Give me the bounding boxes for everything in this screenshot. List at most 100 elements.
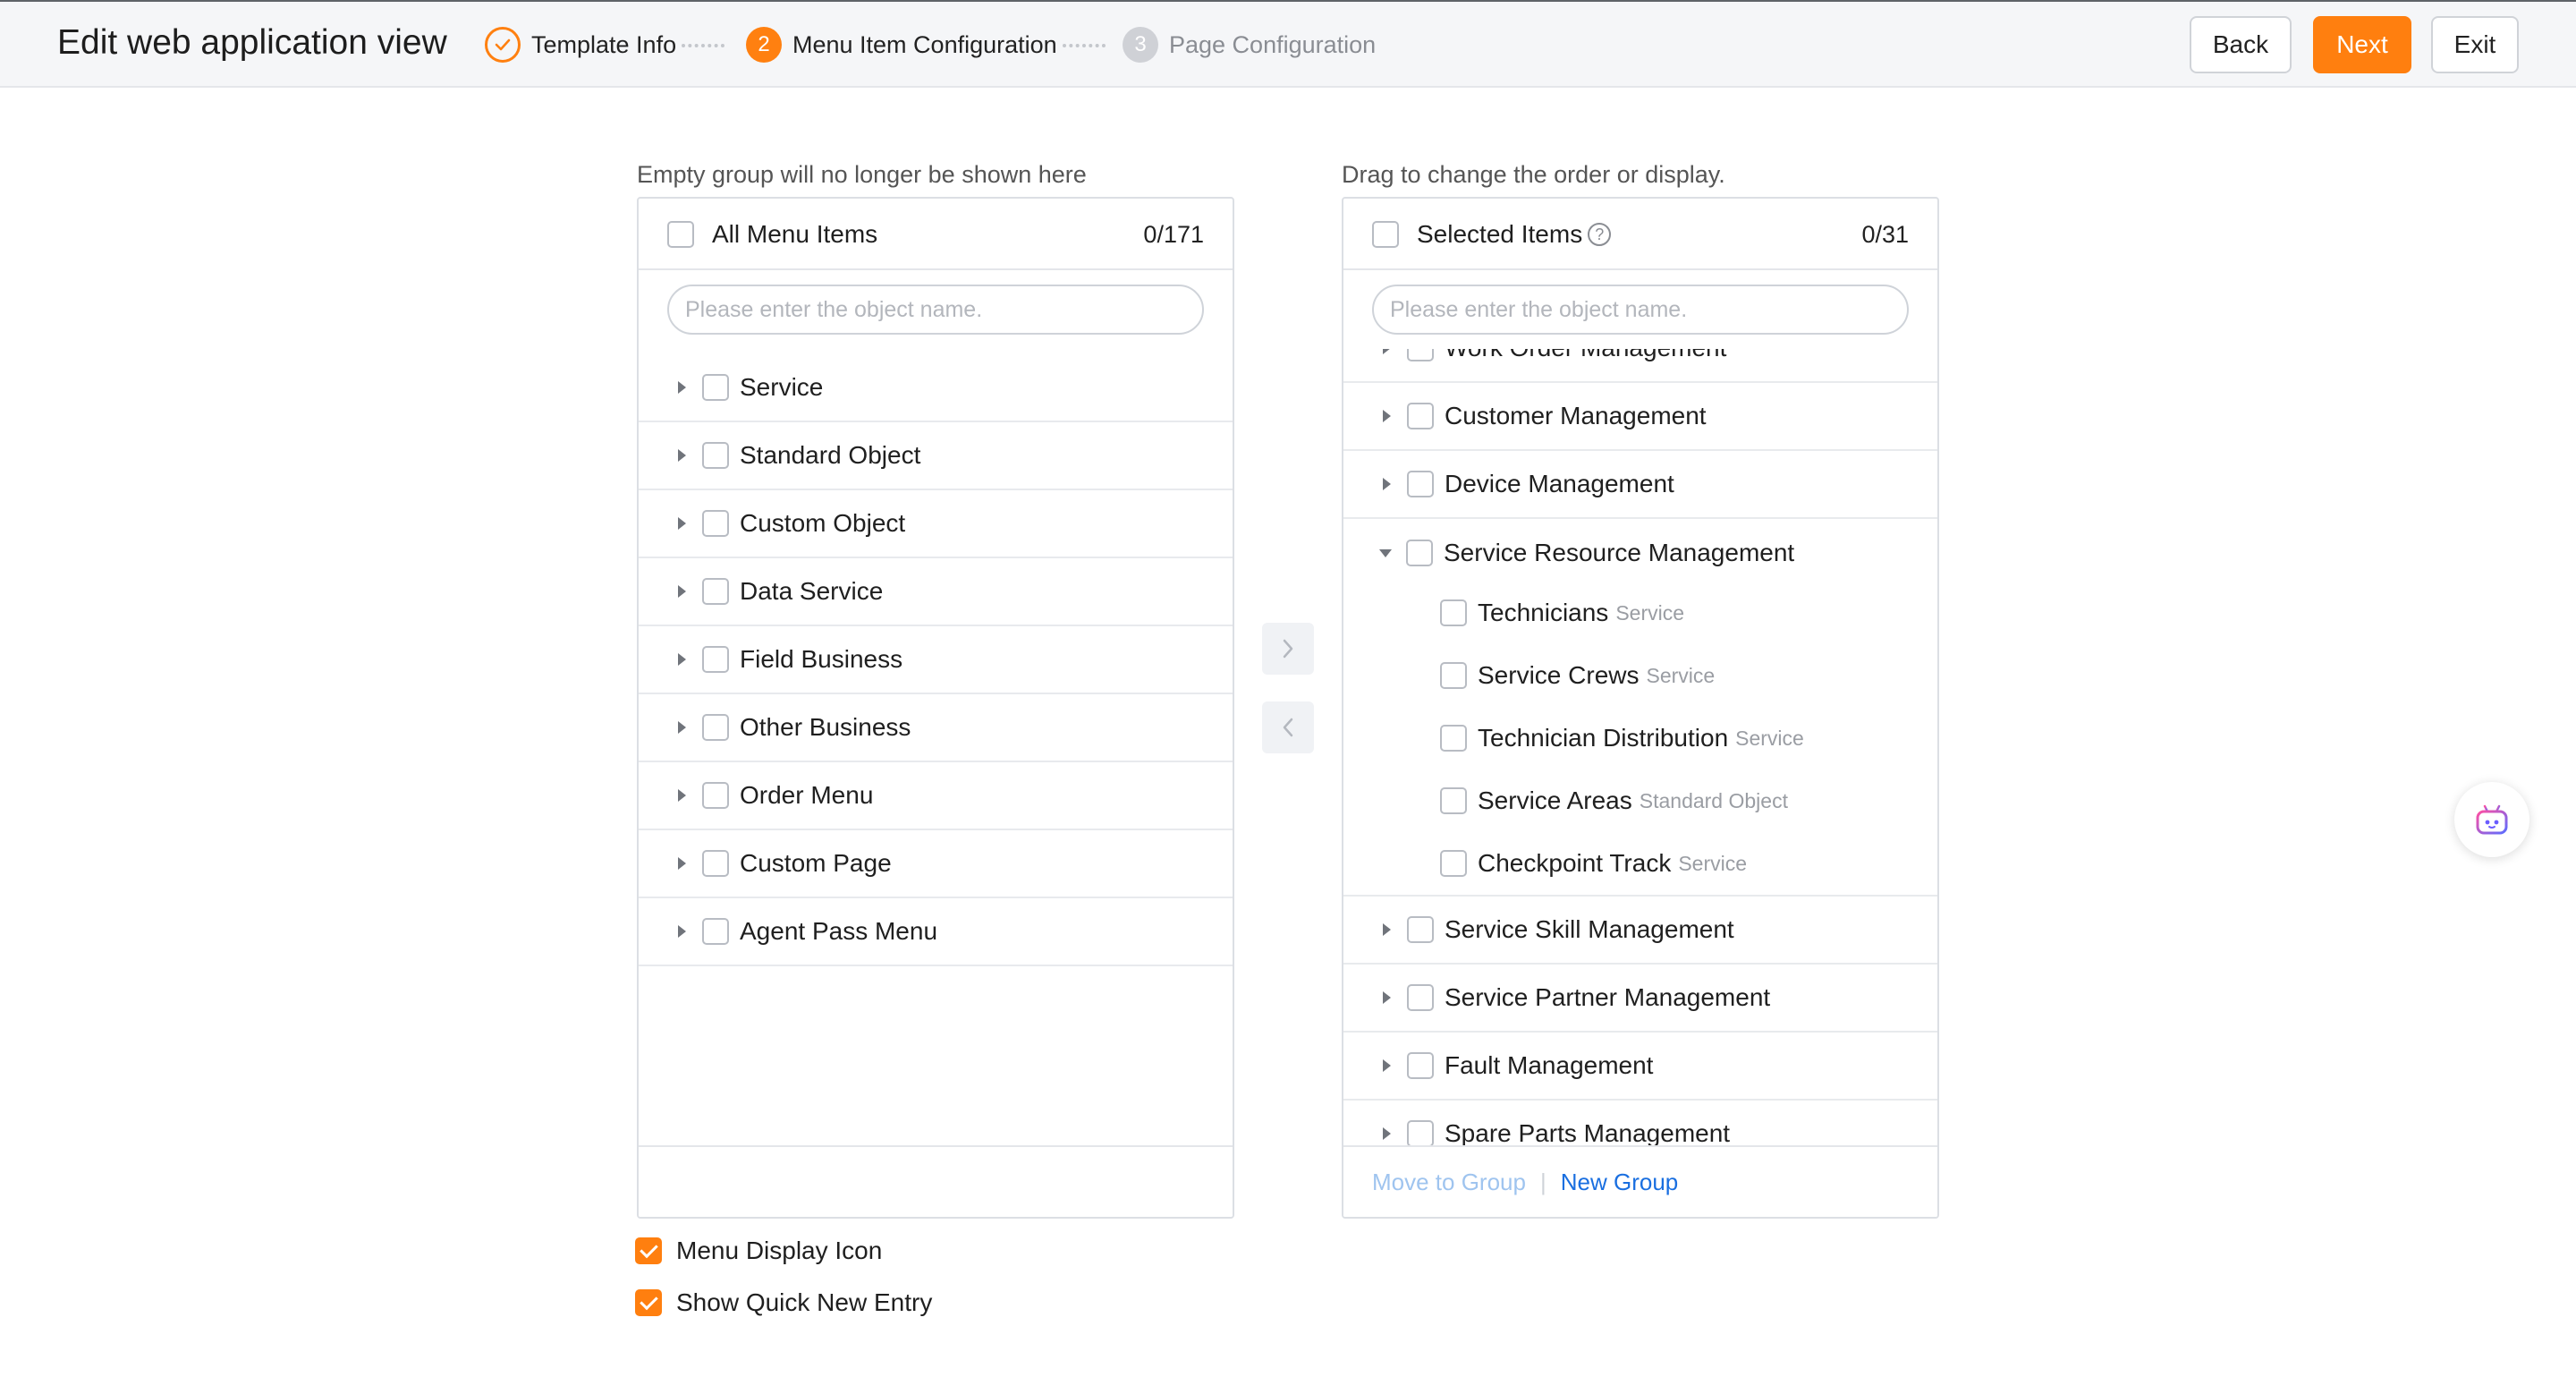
- caret-right-icon[interactable]: [1383, 991, 1391, 1004]
- item-checkbox[interactable]: [702, 442, 729, 469]
- child-item[interactable]: Technicians Service: [1343, 582, 1937, 644]
- group-row[interactable]: Service Skill Management: [1343, 897, 1937, 965]
- group-checkbox[interactable]: [1406, 540, 1433, 566]
- caret-right-icon[interactable]: [1383, 1127, 1391, 1140]
- group-row[interactable]: Work Order Management: [1343, 349, 1937, 383]
- child-label: Service Crews: [1478, 661, 1640, 689]
- group-checkbox[interactable]: [1407, 984, 1434, 1011]
- caret-right-icon[interactable]: [678, 857, 686, 870]
- caret-right-icon[interactable]: [1383, 923, 1391, 936]
- list-item[interactable]: Service: [639, 354, 1233, 422]
- panel-footer: Move to Group | New Group: [1343, 1145, 1937, 1217]
- back-button[interactable]: Back: [2190, 16, 2292, 73]
- child-label: Checkpoint Track: [1478, 849, 1672, 877]
- group-row[interactable]: Service Resource Management: [1343, 519, 1937, 587]
- child-checkbox[interactable]: [1440, 599, 1467, 626]
- group-checkbox[interactable]: [1407, 1120, 1434, 1145]
- caret-right-icon[interactable]: [678, 381, 686, 394]
- step-divider: [682, 44, 724, 47]
- menu-display-icon-option[interactable]: Menu Display Icon: [635, 1237, 882, 1265]
- caret-right-icon[interactable]: [678, 653, 686, 666]
- group-label: Service Skill Management: [1445, 915, 1734, 943]
- select-all-checkbox[interactable]: [667, 221, 694, 248]
- item-checkbox[interactable]: [702, 782, 729, 809]
- group-row[interactable]: Customer Management: [1343, 383, 1937, 451]
- list-item[interactable]: Agent Pass Menu: [639, 898, 1233, 966]
- menu-display-icon-checkbox[interactable]: [635, 1237, 662, 1264]
- child-label: Technician Distribution: [1478, 724, 1729, 752]
- child-checkbox[interactable]: [1440, 725, 1467, 752]
- item-label: Field Business: [740, 645, 903, 673]
- move-right-button[interactable]: [1262, 623, 1314, 675]
- next-button[interactable]: Next: [2313, 16, 2411, 73]
- list-item[interactable]: Order Menu: [639, 762, 1233, 830]
- item-checkbox[interactable]: [702, 918, 729, 945]
- step-number: 2: [746, 27, 782, 63]
- panel-header: All Menu Items 0/171: [639, 199, 1233, 270]
- item-checkbox[interactable]: [702, 578, 729, 605]
- caret-right-icon[interactable]: [678, 925, 686, 938]
- caret-right-icon[interactable]: [1383, 410, 1391, 422]
- group-checkbox[interactable]: [1407, 403, 1434, 429]
- item-label: Service: [740, 373, 824, 401]
- child-checkbox[interactable]: [1440, 662, 1467, 689]
- move-left-button[interactable]: [1262, 701, 1314, 753]
- all-menu-items-panel: All Menu Items 0/171 Service Standard Ob…: [637, 197, 1234, 1219]
- caret-right-icon[interactable]: [1383, 349, 1391, 354]
- item-checkbox[interactable]: [702, 850, 729, 877]
- child-checkbox[interactable]: [1440, 787, 1467, 814]
- list-item[interactable]: Data Service: [639, 558, 1233, 626]
- list-item[interactable]: Custom Object: [639, 490, 1233, 558]
- caret-right-icon[interactable]: [678, 449, 686, 462]
- group-row[interactable]: Spare Parts Management: [1343, 1101, 1937, 1145]
- list-item[interactable]: Standard Object: [639, 422, 1233, 490]
- group-checkbox[interactable]: [1407, 471, 1434, 497]
- step-menu-item-configuration[interactable]: 2 Menu Item Configuration: [746, 27, 1057, 63]
- child-type: Service: [1646, 663, 1716, 687]
- group-row[interactable]: Device Management: [1343, 451, 1937, 519]
- move-to-group-link[interactable]: Move to Group: [1372, 1169, 1526, 1196]
- list-item[interactable]: Custom Page: [639, 830, 1233, 898]
- exit-button[interactable]: Exit: [2431, 16, 2519, 73]
- child-type: Service: [1615, 600, 1685, 625]
- new-group-link[interactable]: New Group: [1561, 1169, 1679, 1196]
- child-item[interactable]: Service Crews Service: [1343, 644, 1937, 707]
- item-label: Data Service: [740, 577, 884, 605]
- group-row[interactable]: Fault Management: [1343, 1033, 1937, 1101]
- assistant-button[interactable]: [2454, 782, 2529, 857]
- item-checkbox[interactable]: [702, 510, 729, 537]
- select-all-checkbox[interactable]: [1372, 221, 1399, 248]
- caret-down-icon[interactable]: [1379, 548, 1392, 557]
- search-input[interactable]: [667, 285, 1204, 335]
- list-item[interactable]: Field Business: [639, 626, 1233, 694]
- group-row[interactable]: Service Partner Management: [1343, 965, 1937, 1033]
- item-checkbox[interactable]: [702, 714, 729, 741]
- child-type: Service: [1678, 851, 1748, 875]
- child-item[interactable]: Technician Distribution Service: [1343, 707, 1937, 769]
- caret-right-icon[interactable]: [678, 585, 686, 598]
- child-checkbox[interactable]: [1440, 850, 1467, 877]
- item-checkbox[interactable]: [702, 374, 729, 401]
- option-label: Show Quick New Entry: [676, 1288, 933, 1316]
- option-label: Menu Display Icon: [676, 1237, 883, 1264]
- caret-right-icon[interactable]: [1383, 478, 1391, 490]
- group-checkbox[interactable]: [1407, 1052, 1434, 1079]
- step-page-configuration[interactable]: 3 Page Configuration: [1123, 27, 1376, 63]
- help-icon[interactable]: ?: [1588, 223, 1612, 246]
- item-checkbox[interactable]: [702, 646, 729, 673]
- group-checkbox[interactable]: [1407, 916, 1434, 943]
- caret-right-icon[interactable]: [1383, 1059, 1391, 1072]
- group-checkbox[interactable]: [1407, 349, 1434, 361]
- step-template-info[interactable]: Template Info: [485, 27, 676, 63]
- caret-right-icon[interactable]: [678, 789, 686, 802]
- caret-right-icon[interactable]: [678, 721, 686, 734]
- search-input[interactable]: [1372, 285, 1909, 335]
- show-quick-new-entry-checkbox[interactable]: [635, 1289, 662, 1316]
- list-item[interactable]: Other Business: [639, 694, 1233, 762]
- child-item[interactable]: Checkpoint Track Service: [1343, 832, 1937, 897]
- show-quick-new-entry-option[interactable]: Show Quick New Entry: [635, 1288, 932, 1317]
- step-number: 3: [1123, 27, 1158, 63]
- child-item[interactable]: Service Areas Standard Object: [1343, 769, 1937, 832]
- menu-item-list: Service Standard Object Custom Object Da…: [639, 349, 1233, 1145]
- caret-right-icon[interactable]: [678, 517, 686, 530]
